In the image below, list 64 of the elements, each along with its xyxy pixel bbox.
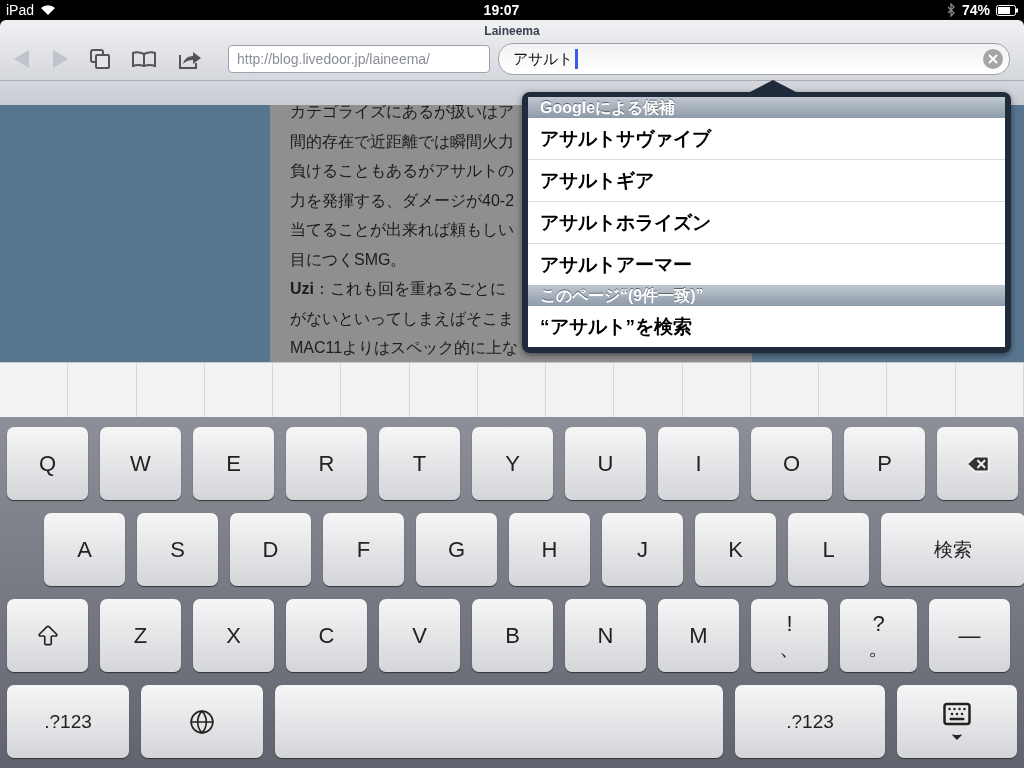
letter-key[interactable]: J: [602, 513, 683, 586]
numbers-key[interactable]: .?123: [735, 685, 885, 758]
page-text-line: 負けることもあるがアサルトの: [290, 161, 514, 181]
letter-key[interactable]: V: [379, 599, 460, 672]
letter-key[interactable]: N: [565, 599, 646, 672]
numbers-key[interactable]: .?123: [7, 685, 129, 758]
letter-key[interactable]: Q: [7, 427, 88, 500]
battery-percent: 74%: [961, 2, 990, 18]
letter-key[interactable]: S: [137, 513, 218, 586]
page-title: Laineema: [483, 23, 541, 38]
hide-keyboard-key[interactable]: [897, 685, 1017, 758]
letter-key[interactable]: R: [286, 427, 367, 500]
letter-key[interactable]: T: [379, 427, 460, 500]
page-text-line: 目につくSMG。: [290, 249, 407, 270]
page-text-line: がないといってしまえばそこま: [290, 308, 514, 329]
suggestion-item[interactable]: アサルトギア: [528, 160, 1005, 202]
clock: 19:07: [483, 2, 520, 18]
letter-key[interactable]: E: [193, 427, 274, 500]
text-cursor: [575, 49, 578, 69]
letter-key[interactable]: U: [565, 427, 646, 500]
letter-key[interactable]: A: [44, 513, 125, 586]
globe-key[interactable]: [141, 685, 263, 758]
page-text-line: MAC11よりはスペック的に上な: [290, 338, 519, 358]
bluetooth-icon: [946, 3, 956, 17]
search-field[interactable]: アサルト: [498, 43, 1010, 75]
page-text-line: 力を発揮する、ダメージが40-2: [290, 190, 515, 211]
page-text-line: Uzi：これも回を重ねるごとに: [290, 279, 506, 299]
backspace-key[interactable]: [937, 427, 1018, 500]
letter-key[interactable]: Y: [472, 427, 553, 500]
punctuation-key[interactable]: ? 。: [840, 599, 917, 672]
letter-key[interactable]: W: [100, 427, 181, 500]
letter-key[interactable]: K: [695, 513, 776, 586]
share-icon[interactable]: [178, 49, 202, 69]
page-text-line: 間的存在で近距離では瞬間火力: [290, 131, 514, 152]
battery-icon: [996, 4, 1018, 16]
search-key[interactable]: 検索: [881, 513, 1024, 586]
suggestion-item[interactable]: アサルトサヴァイブ: [528, 118, 1005, 160]
section-header: Googleによる候補: [528, 97, 1005, 118]
letter-key[interactable]: Z: [100, 599, 181, 672]
section-header: このページ“(9件一致)”: [528, 285, 1005, 306]
device-name: iPad: [6, 2, 35, 18]
letter-key[interactable]: H: [509, 513, 590, 586]
letter-key[interactable]: B: [472, 599, 553, 672]
letter-key[interactable]: X: [193, 599, 274, 672]
book-icon[interactable]: [132, 51, 156, 67]
letter-key[interactable]: G: [416, 513, 497, 586]
letter-key[interactable]: O: [751, 427, 832, 500]
suggestion-item[interactable]: アサルトアーマー: [528, 244, 1005, 285]
letter-key[interactable]: C: [286, 599, 367, 672]
letter-key[interactable]: M: [658, 599, 739, 672]
page-text-line: 当てることが出来れば頼もしい: [290, 220, 514, 240]
pages-icon[interactable]: [90, 49, 110, 69]
letter-key[interactable]: D: [230, 513, 311, 586]
letter-key[interactable]: I: [658, 427, 739, 500]
suggestion-item[interactable]: アサルトホライズン: [528, 202, 1005, 244]
shift-key[interactable]: [7, 599, 88, 672]
search-suggestion-item[interactable]: “アサルト”を検索: [528, 306, 1005, 347]
wifi-icon: [40, 4, 57, 16]
letter-key[interactable]: —: [929, 599, 1010, 672]
letter-key[interactable]: L: [788, 513, 869, 586]
letter-key[interactable]: P: [844, 427, 925, 500]
punctuation-key[interactable]: ! 、: [751, 599, 828, 672]
globe-icon: [189, 708, 215, 735]
letter-key[interactable]: F: [323, 513, 404, 586]
